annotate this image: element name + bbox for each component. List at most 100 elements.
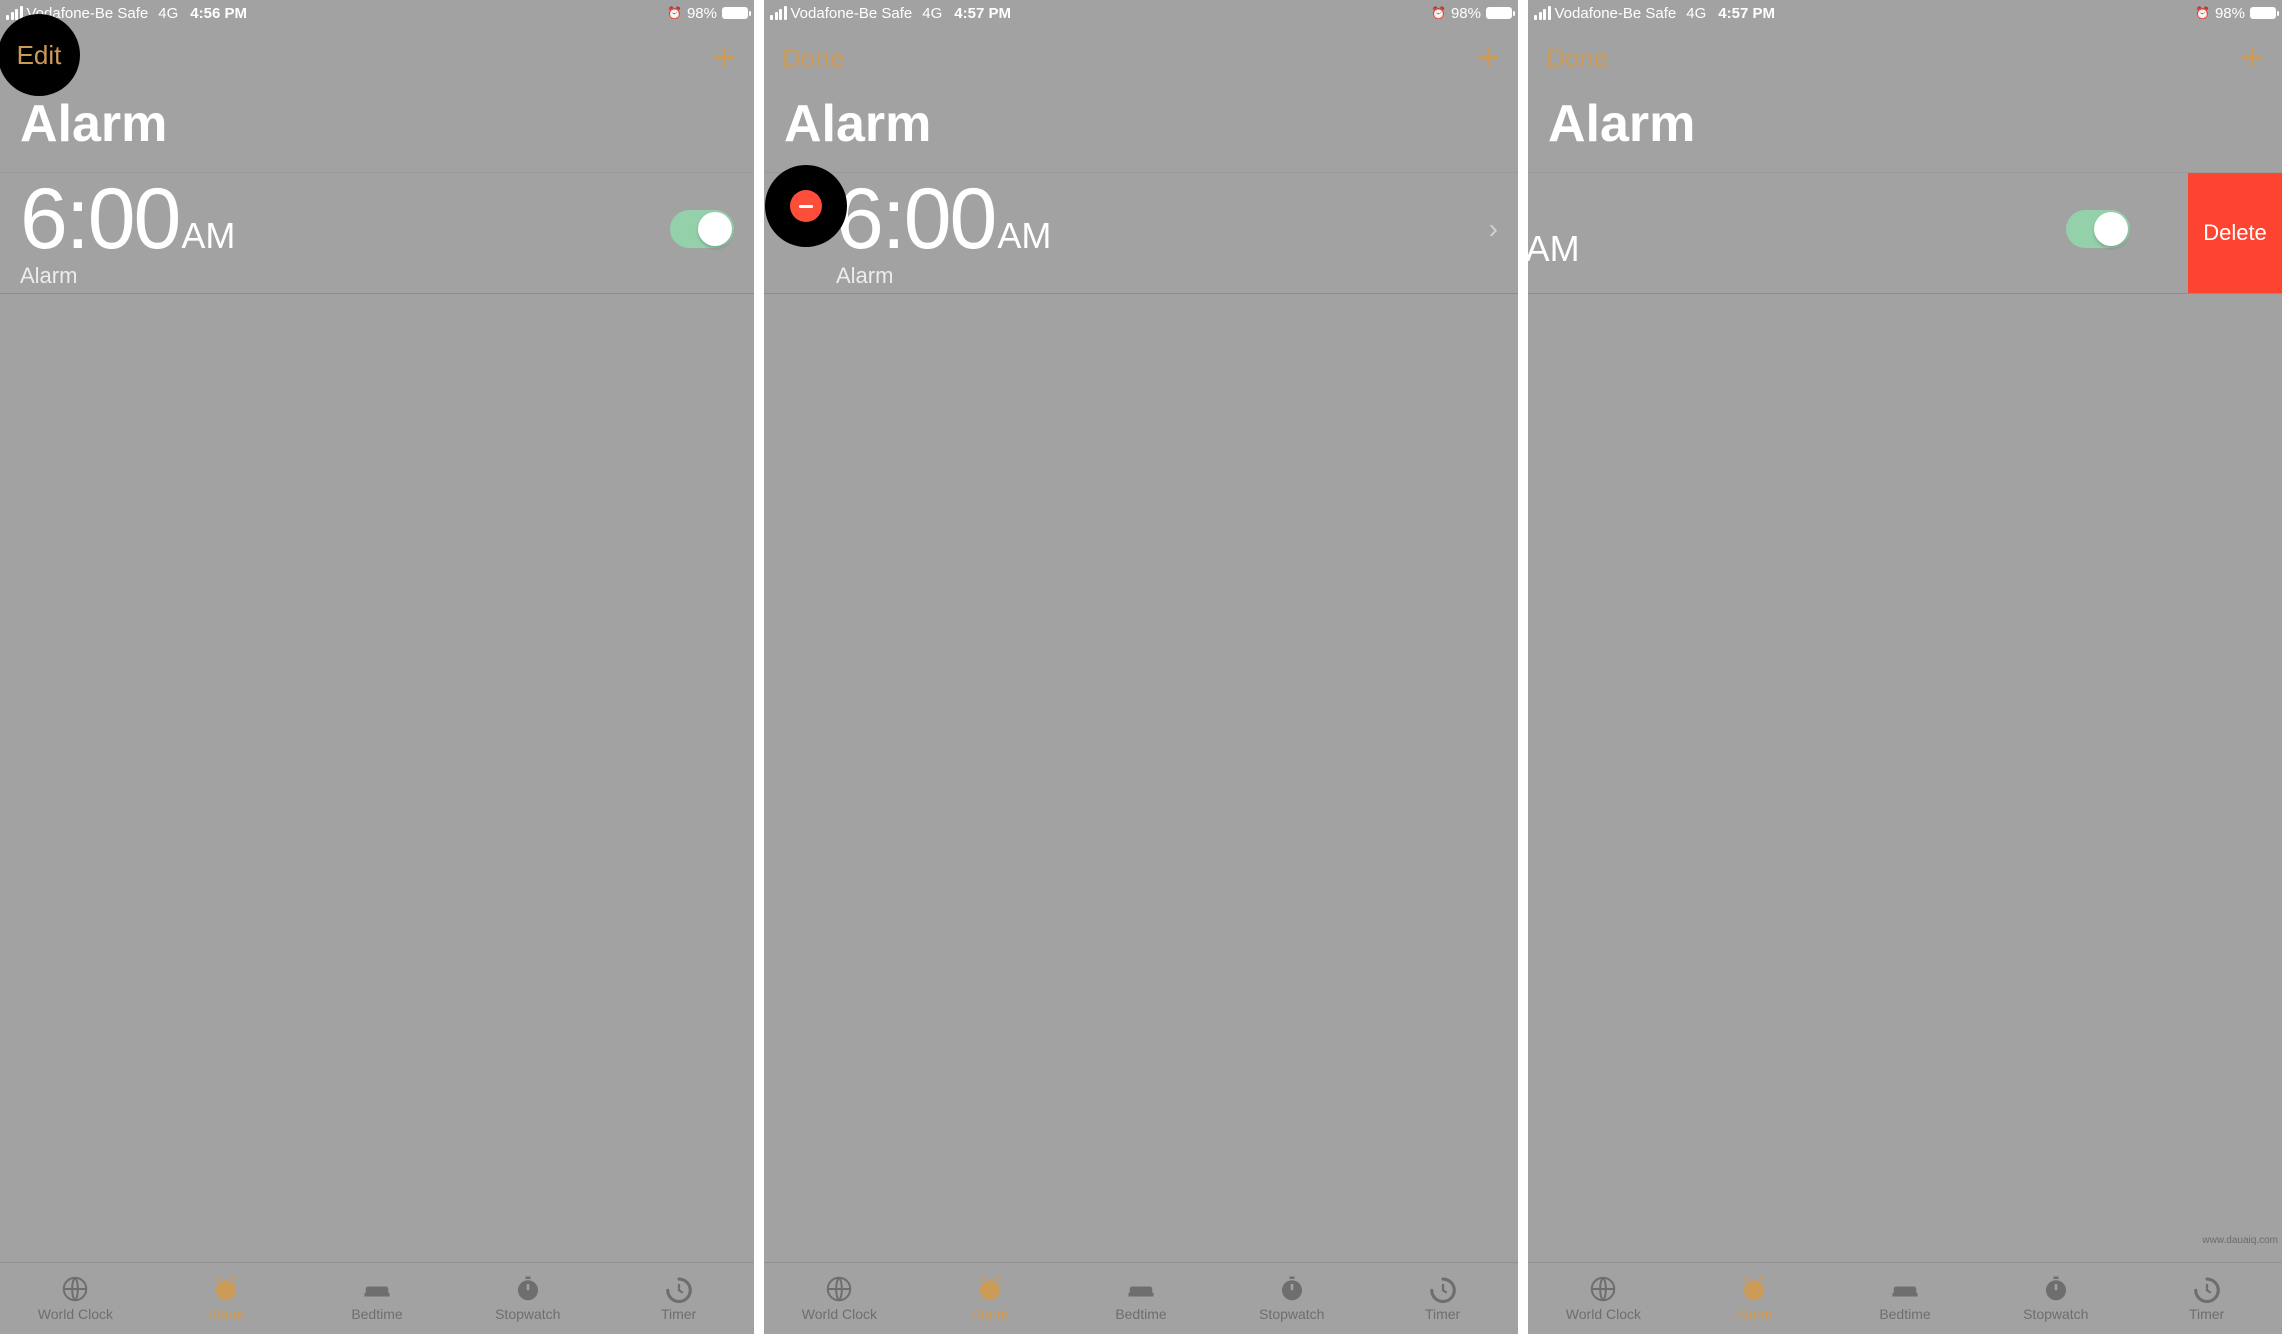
add-alarm-button[interactable]: + bbox=[1477, 38, 1500, 78]
tab-alarm[interactable]: Alarm bbox=[915, 1263, 1066, 1334]
screen-edit: Vodafone-Be Safe 4G 4:56 PM ⏰ 98% Edit +… bbox=[0, 0, 754, 1334]
alarm-label: Alarm bbox=[20, 263, 670, 289]
bed-icon bbox=[361, 1275, 393, 1303]
tab-stopwatch[interactable]: Stopwatch bbox=[1980, 1263, 2131, 1334]
tab-bedtime[interactable]: Bedtime bbox=[1066, 1263, 1217, 1334]
stopwatch-icon bbox=[1276, 1275, 1308, 1303]
tab-world-clock[interactable]: World Clock bbox=[1528, 1263, 1679, 1334]
alarm-label: Alarm bbox=[836, 263, 1479, 289]
tab-bar: World Clock Alarm Bedtime Stopwatch Time… bbox=[764, 1262, 1518, 1334]
nav-bar: Done + bbox=[764, 26, 1518, 90]
tab-label: World Clock bbox=[802, 1306, 877, 1322]
alarm-time: 6:00 bbox=[20, 170, 179, 269]
watermark: www.dauaiq.com bbox=[2202, 1235, 2278, 1246]
page-title: Alarm bbox=[764, 90, 1518, 172]
tab-label: Alarm bbox=[972, 1306, 1009, 1322]
status-time: 4:57 PM bbox=[954, 5, 1011, 22]
stopwatch-icon bbox=[512, 1275, 544, 1303]
highlight-minus bbox=[765, 165, 847, 247]
alarm-clock-icon bbox=[1738, 1275, 1770, 1303]
edit-button[interactable]: Edit bbox=[17, 40, 62, 71]
alarm-status-icon: ⏰ bbox=[2195, 6, 2210, 20]
alarm-status-icon: ⏰ bbox=[667, 6, 682, 20]
tab-label: Bedtime bbox=[1115, 1306, 1166, 1322]
page-title: Alarm bbox=[0, 90, 754, 172]
battery-icon bbox=[2250, 7, 2276, 19]
alarm-clock-icon bbox=[974, 1275, 1006, 1303]
screen-remove: Vodafone-Be Safe 4G 4:57 PM ⏰ 98% Done +… bbox=[764, 0, 1518, 1334]
globe-icon bbox=[823, 1275, 855, 1303]
battery-percent: 98% bbox=[1451, 5, 1481, 22]
screen-delete: Vodafone-Be Safe 4G 4:57 PM ⏰ 98% Done +… bbox=[1528, 0, 2282, 1334]
tab-alarm[interactable]: Alarm bbox=[1679, 1263, 1830, 1334]
alarm-time: 6:00 bbox=[836, 170, 995, 269]
alarm-row[interactable]: 6:00AM Alarm bbox=[0, 172, 754, 294]
tab-label: Timer bbox=[1425, 1306, 1460, 1322]
tab-stopwatch[interactable]: Stopwatch bbox=[1216, 1263, 1367, 1334]
tab-bedtime[interactable]: Bedtime bbox=[1830, 1263, 1981, 1334]
status-time: 4:57 PM bbox=[1718, 5, 1775, 22]
tab-label: World Clock bbox=[1566, 1306, 1641, 1322]
tab-label: Alarm bbox=[208, 1306, 245, 1322]
tab-label: Stopwatch bbox=[2023, 1306, 2088, 1322]
tab-label: Alarm bbox=[1736, 1306, 1773, 1322]
tab-label: World Clock bbox=[38, 1306, 113, 1322]
bed-icon bbox=[1125, 1275, 1157, 1303]
done-button[interactable]: Done bbox=[782, 43, 844, 74]
bed-icon bbox=[1889, 1275, 1921, 1303]
cellular-signal-icon bbox=[770, 6, 787, 20]
globe-icon bbox=[59, 1275, 91, 1303]
add-alarm-button[interactable]: + bbox=[713, 38, 736, 78]
tab-label: Timer bbox=[2189, 1306, 2224, 1322]
done-button[interactable]: Done bbox=[1546, 43, 1608, 74]
network-label: 4G bbox=[158, 5, 178, 22]
alarm-clock-icon bbox=[210, 1275, 242, 1303]
page-title: Alarm bbox=[1528, 90, 2282, 172]
network-label: 4G bbox=[1686, 5, 1706, 22]
battery-percent: 98% bbox=[687, 5, 717, 22]
alarm-ampm: AM bbox=[997, 215, 1051, 257]
tab-label: Stopwatch bbox=[495, 1306, 560, 1322]
timer-icon bbox=[663, 1275, 695, 1303]
nav-bar: Done + bbox=[1528, 26, 2282, 90]
battery-icon bbox=[722, 7, 748, 19]
alarm-ampm: AM bbox=[181, 215, 235, 257]
battery-icon bbox=[1486, 7, 1512, 19]
tab-bedtime[interactable]: Bedtime bbox=[302, 1263, 453, 1334]
tab-timer[interactable]: Timer bbox=[2131, 1263, 2282, 1334]
remove-alarm-button[interactable] bbox=[790, 190, 822, 222]
highlight-edit: Edit bbox=[0, 14, 80, 96]
alarm-ampm: AM bbox=[1528, 228, 1580, 270]
stopwatch-icon bbox=[2040, 1275, 2072, 1303]
nav-bar: + bbox=[0, 26, 754, 90]
alarm-row[interactable]: 6:00AM Alarm › bbox=[764, 172, 1518, 294]
tab-world-clock[interactable]: World Clock bbox=[0, 1263, 151, 1334]
tab-timer[interactable]: Timer bbox=[1367, 1263, 1518, 1334]
tab-label: Bedtime bbox=[1879, 1306, 1930, 1322]
chevron-right-icon: › bbox=[1489, 213, 1498, 245]
tab-alarm[interactable]: Alarm bbox=[151, 1263, 302, 1334]
carrier-label: Vodafone-Be Safe bbox=[791, 5, 913, 22]
status-bar: Vodafone-Be Safe 4G 4:56 PM ⏰ 98% bbox=[0, 0, 754, 26]
alarm-row[interactable]: 00AM Delete bbox=[1528, 172, 2282, 294]
delete-button[interactable]: Delete bbox=[2188, 173, 2282, 293]
timer-icon bbox=[2191, 1275, 2223, 1303]
cellular-signal-icon bbox=[1534, 6, 1551, 20]
status-bar: Vodafone-Be Safe 4G 4:57 PM ⏰ 98% bbox=[1528, 0, 2282, 26]
tab-bar: World Clock Alarm Bedtime Stopwatch Time… bbox=[0, 1262, 754, 1334]
battery-percent: 98% bbox=[2215, 5, 2245, 22]
status-time: 4:56 PM bbox=[190, 5, 247, 22]
tab-stopwatch[interactable]: Stopwatch bbox=[452, 1263, 603, 1334]
tab-timer[interactable]: Timer bbox=[603, 1263, 754, 1334]
tab-label: Bedtime bbox=[351, 1306, 402, 1322]
alarm-toggle[interactable] bbox=[2066, 210, 2130, 248]
tab-label: Stopwatch bbox=[1259, 1306, 1324, 1322]
tab-bar: World Clock Alarm Bedtime Stopwatch Time… bbox=[1528, 1262, 2282, 1334]
alarm-status-icon: ⏰ bbox=[1431, 6, 1446, 20]
alarm-toggle[interactable] bbox=[670, 210, 734, 248]
tab-world-clock[interactable]: World Clock bbox=[764, 1263, 915, 1334]
globe-icon bbox=[1587, 1275, 1619, 1303]
timer-icon bbox=[1427, 1275, 1459, 1303]
add-alarm-button[interactable]: + bbox=[2241, 38, 2264, 78]
carrier-label: Vodafone-Be Safe bbox=[1555, 5, 1677, 22]
